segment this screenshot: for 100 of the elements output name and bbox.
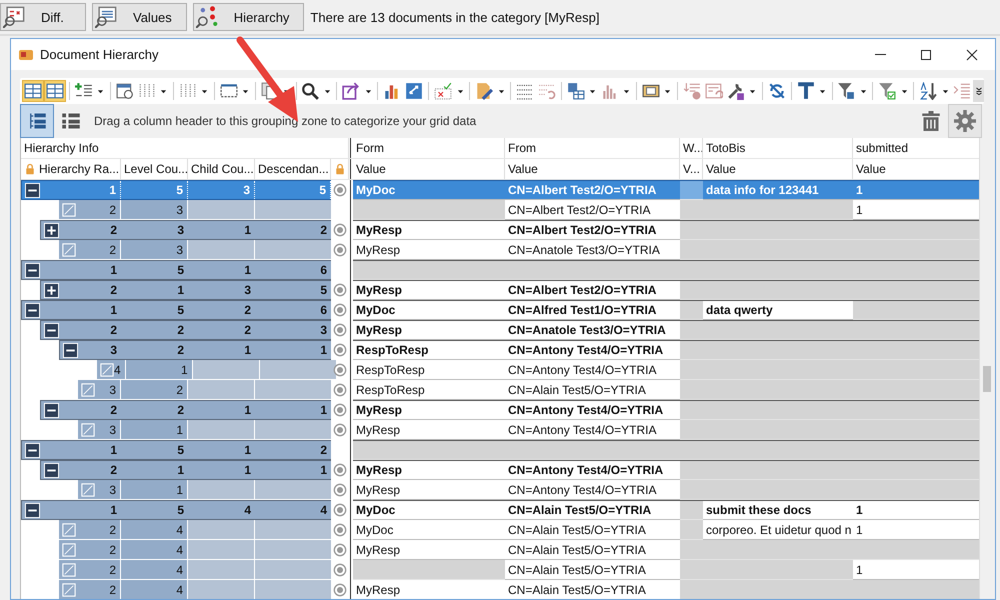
- column-header[interactable]: Level Cou...: [121, 159, 188, 179]
- collapse-icon[interactable]: [25, 502, 40, 518]
- target-icon[interactable]: [333, 543, 347, 557]
- target-icon[interactable]: [333, 483, 347, 497]
- table-cell: CN=Antony Test4/O=YTRIA: [508, 482, 657, 496]
- search-icon: [301, 82, 320, 100]
- values-button[interactable]: Values: [92, 3, 187, 31]
- undo-rows-icon: [538, 82, 556, 100]
- table-cell: 5: [177, 263, 184, 277]
- check-cross-icon: [434, 82, 452, 100]
- table-cell: MyResp: [356, 482, 400, 496]
- collapse-icon[interactable]: [25, 262, 40, 278]
- frame-icon: [642, 82, 660, 100]
- target-icon[interactable]: [333, 363, 347, 377]
- collapse-icon[interactable]: [44, 462, 59, 478]
- column-header[interactable]: V...: [680, 159, 703, 179]
- diff-button[interactable]: Diff.: [0, 3, 86, 31]
- target-icon[interactable]: [333, 283, 347, 297]
- column-header[interactable]: Value: [353, 159, 505, 179]
- layout-toggle-button[interactable]: [44, 80, 66, 102]
- caret-icon: [860, 88, 867, 94]
- table-cell: 1: [181, 362, 188, 376]
- table-row[interactable]: 1 5 1 6: [21, 260, 980, 280]
- square-slash-icon: [62, 542, 76, 556]
- caret-icon: [456, 88, 464, 94]
- calendar-icon: [116, 82, 134, 100]
- hierarchy-button[interactable]: Hierarchy: [192, 3, 304, 31]
- column-header[interactable]: Value: [703, 159, 853, 179]
- table-row[interactable]: 1 5 3 5 MyDoc CN=Albert Test2/O=YTRIA data info for 123441 1: [21, 180, 980, 200]
- target-icon[interactable]: [333, 223, 347, 237]
- table-cell: CN=Albert Test2/O=YTRIA: [508, 183, 656, 197]
- collapse-rows-icon: [953, 82, 972, 100]
- table-cell: 2: [320, 443, 327, 457]
- overflow-button[interactable]: [973, 80, 984, 102]
- table-cell: MyResp: [356, 223, 402, 237]
- pages-icon: [260, 82, 279, 100]
- expand-icon[interactable]: [44, 282, 59, 298]
- table-cell: 4: [176, 542, 183, 556]
- table-cell: 5: [177, 303, 184, 317]
- maximize-icon: [920, 48, 932, 60]
- refresh-icon: [768, 82, 786, 100]
- column-group-header[interactable]: Hierarchy Info: [21, 138, 349, 158]
- table-cell: data qwerty: [706, 303, 773, 317]
- table-cell: 1: [856, 562, 863, 576]
- column-group-header[interactable]: Form: [353, 138, 505, 158]
- target-icon[interactable]: [333, 303, 347, 317]
- collapse-icon[interactable]: [44, 322, 59, 338]
- collapse-icon[interactable]: [25, 182, 40, 198]
- column-group-header[interactable]: From: [505, 138, 680, 158]
- table-cell: 2: [177, 403, 184, 417]
- table-cell: 3: [109, 382, 116, 396]
- table-cell: 4: [114, 362, 121, 376]
- column-group-header[interactable]: TotoBis: [703, 138, 853, 158]
- table-cell: 1: [109, 183, 116, 197]
- target-icon[interactable]: [333, 243, 347, 257]
- table-cell: 2: [109, 542, 116, 556]
- expand-icon[interactable]: [44, 222, 59, 238]
- table-cell: MyDoc: [356, 303, 396, 317]
- table-cell: CN=Albert Test2/O=YTRIA: [508, 283, 656, 297]
- column-header[interactable]: Descendan...: [255, 159, 331, 179]
- grouping-hint: Drag a column header to this grouping zone to categorize your grid data: [94, 114, 476, 128]
- collapse-icon[interactable]: [44, 402, 59, 418]
- target-icon[interactable]: [333, 323, 347, 337]
- table-cell: 5: [176, 183, 183, 197]
- table-cell: 3: [176, 242, 183, 256]
- target-icon[interactable]: [333, 183, 347, 197]
- target-icon[interactable]: [333, 503, 347, 517]
- caret-icon: [242, 88, 250, 94]
- toolbar-button[interactable]: [299, 80, 322, 102]
- table-row[interactable]: 1 5 2 6 MyDoc CN=Alfred Test1/O=YTRIA data qwerty: [21, 300, 980, 320]
- target-icon[interactable]: [333, 383, 347, 397]
- view-button[interactable]: [20, 104, 54, 138]
- column-header[interactable]: Value: [505, 159, 680, 179]
- target-icon[interactable]: [333, 403, 347, 417]
- toolbar-button[interactable]: [917, 80, 940, 102]
- target-icon[interactable]: [333, 563, 347, 577]
- table-cell: 4: [176, 582, 183, 596]
- target-icon[interactable]: [333, 523, 347, 537]
- table-cell: 1: [320, 403, 327, 417]
- table-cell: 6: [320, 263, 327, 277]
- table-row[interactable]: 1 5 4 4 MyDoc CN=Alain Test5/O=YTRIA submit these docs 1: [21, 500, 980, 520]
- settings-button[interactable]: [948, 104, 982, 138]
- target-icon[interactable]: [333, 463, 347, 477]
- table-row[interactable]: 1 5 1 2: [21, 440, 980, 460]
- target-icon[interactable]: [333, 343, 347, 357]
- column-header[interactable]: Child Cou...: [188, 159, 255, 179]
- collapse-icon[interactable]: [25, 442, 40, 458]
- target-icon[interactable]: [333, 583, 347, 597]
- target-icon[interactable]: [333, 423, 347, 437]
- table-cell: MyResp: [356, 463, 402, 477]
- table-cell: 1: [244, 343, 251, 357]
- collapse-icon[interactable]: [63, 342, 78, 358]
- dashed-rectangle-icon: [220, 82, 238, 100]
- scroll-thumb[interactable]: [983, 366, 992, 392]
- table-cell: CN=Albert Test2/O=YTRIA: [508, 223, 656, 237]
- caret-icon: [201, 88, 208, 94]
- table-cell: 5: [320, 283, 327, 297]
- collapse-icon[interactable]: [25, 302, 40, 318]
- column-header[interactable]: Hierarchy Ra...: [21, 159, 121, 179]
- layout-toggle-button[interactable]: [22, 80, 44, 102]
